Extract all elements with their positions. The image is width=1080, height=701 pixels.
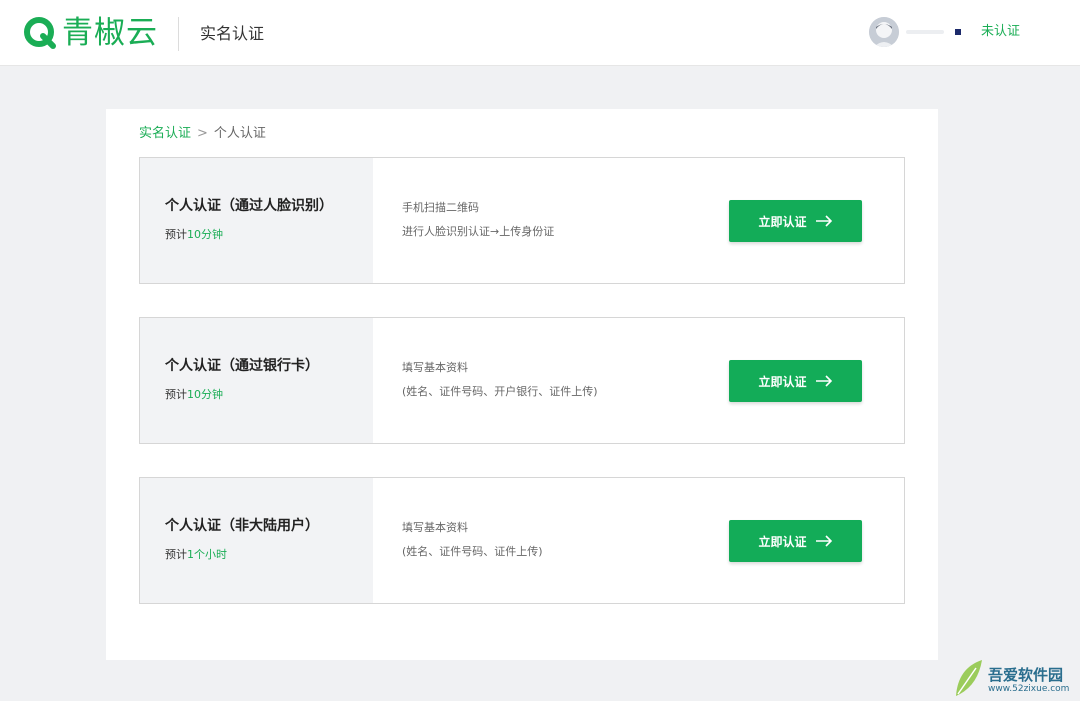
card-face-recognition: 个人认证（通过人脸识别） 预计10分钟 手机扫描二维码 进行人脸识别认证→上传身… bbox=[139, 157, 905, 284]
page-title: 实名认证 bbox=[200, 24, 265, 43]
arrow-right-icon bbox=[815, 535, 832, 547]
card-time: 预计10分钟 bbox=[165, 227, 223, 243]
time-value: 10分钟 bbox=[187, 228, 223, 241]
breadcrumb-link-verification[interactable]: 实名认证 bbox=[139, 126, 191, 141]
time-prefix: 预计 bbox=[165, 228, 187, 241]
header-divider bbox=[178, 17, 179, 51]
button-label: 立即认证 bbox=[758, 214, 807, 229]
arrow-right-icon bbox=[815, 215, 832, 227]
avatar[interactable] bbox=[869, 17, 899, 47]
arrow-right-icon bbox=[815, 375, 832, 387]
user-avatar-icon bbox=[869, 17, 899, 47]
button-label: 立即认证 bbox=[758, 374, 807, 389]
breadcrumb-current: 个人认证 bbox=[213, 126, 266, 141]
watermark-url: www.52zixue.com bbox=[988, 684, 1070, 694]
card-left-panel: 个人认证（通过人脸识别） 预计10分钟 bbox=[140, 158, 373, 283]
top-header: 青椒云 实名认证 未认证 bbox=[0, 0, 1080, 66]
time-value: 10分钟 bbox=[187, 388, 223, 401]
card-description-line1: 填写基本资料 bbox=[402, 521, 468, 534]
time-value: 1个小时 bbox=[187, 548, 227, 561]
card-non-mainland: 个人认证（非大陆用户） 预计1个小时 填写基本资料 (姓名、证件号码、证件上传)… bbox=[139, 477, 905, 604]
card-title: 个人认证（非大陆用户） bbox=[165, 518, 319, 534]
brand-logo[interactable]: 青椒云 bbox=[22, 15, 158, 51]
card-description-line2: (姓名、证件号码、开户银行、证件上传) bbox=[402, 385, 598, 398]
logo-text: 青椒云 bbox=[62, 15, 158, 51]
main-panel: 实名认证 > 个人认证 个人认证（通过人脸识别） 预计10分钟 手机扫描二维码 进行… bbox=[106, 109, 938, 660]
leaf-logo-icon bbox=[956, 660, 982, 696]
username-placeholder[interactable] bbox=[906, 26, 944, 38]
card-time: 预计10分钟 bbox=[165, 387, 223, 403]
breadcrumb: 实名认证 > 个人认证 bbox=[139, 125, 266, 143]
status-indicator bbox=[955, 29, 961, 35]
time-prefix: 预计 bbox=[165, 388, 187, 401]
time-prefix: 预计 bbox=[165, 548, 187, 561]
q-logo-icon bbox=[24, 17, 56, 49]
site-watermark: 吾爱软件园 www.52zixue.com bbox=[952, 650, 1080, 701]
verification-status[interactable]: 未认证 bbox=[981, 23, 1020, 41]
card-title: 个人认证（通过人脸识别） bbox=[165, 198, 333, 214]
card-description-line1: 手机扫描二维码 bbox=[402, 201, 479, 214]
card-title: 个人认证（通过银行卡） bbox=[165, 358, 319, 374]
card-left-panel: 个人认证（通过银行卡） 预计10分钟 bbox=[140, 318, 373, 443]
card-description-line1: 填写基本资料 bbox=[402, 361, 468, 374]
card-time: 预计1个小时 bbox=[165, 547, 227, 563]
verify-now-button[interactable]: 立即认证 bbox=[729, 360, 862, 402]
breadcrumb-separator: > bbox=[197, 126, 208, 141]
verify-now-button[interactable]: 立即认证 bbox=[729, 520, 862, 562]
card-bank-card: 个人认证（通过银行卡） 预计10分钟 填写基本资料 (姓名、证件号码、开户银行、… bbox=[139, 317, 905, 444]
button-label: 立即认证 bbox=[758, 534, 807, 549]
watermark-text: 吾爱软件园 bbox=[988, 666, 1064, 684]
verify-now-button[interactable]: 立即认证 bbox=[729, 200, 862, 242]
card-description-line2: 进行人脸识别认证→上传身份证 bbox=[402, 225, 555, 238]
card-description-line2: (姓名、证件号码、证件上传) bbox=[402, 545, 543, 558]
card-left-panel: 个人认证（非大陆用户） 预计1个小时 bbox=[140, 478, 373, 603]
